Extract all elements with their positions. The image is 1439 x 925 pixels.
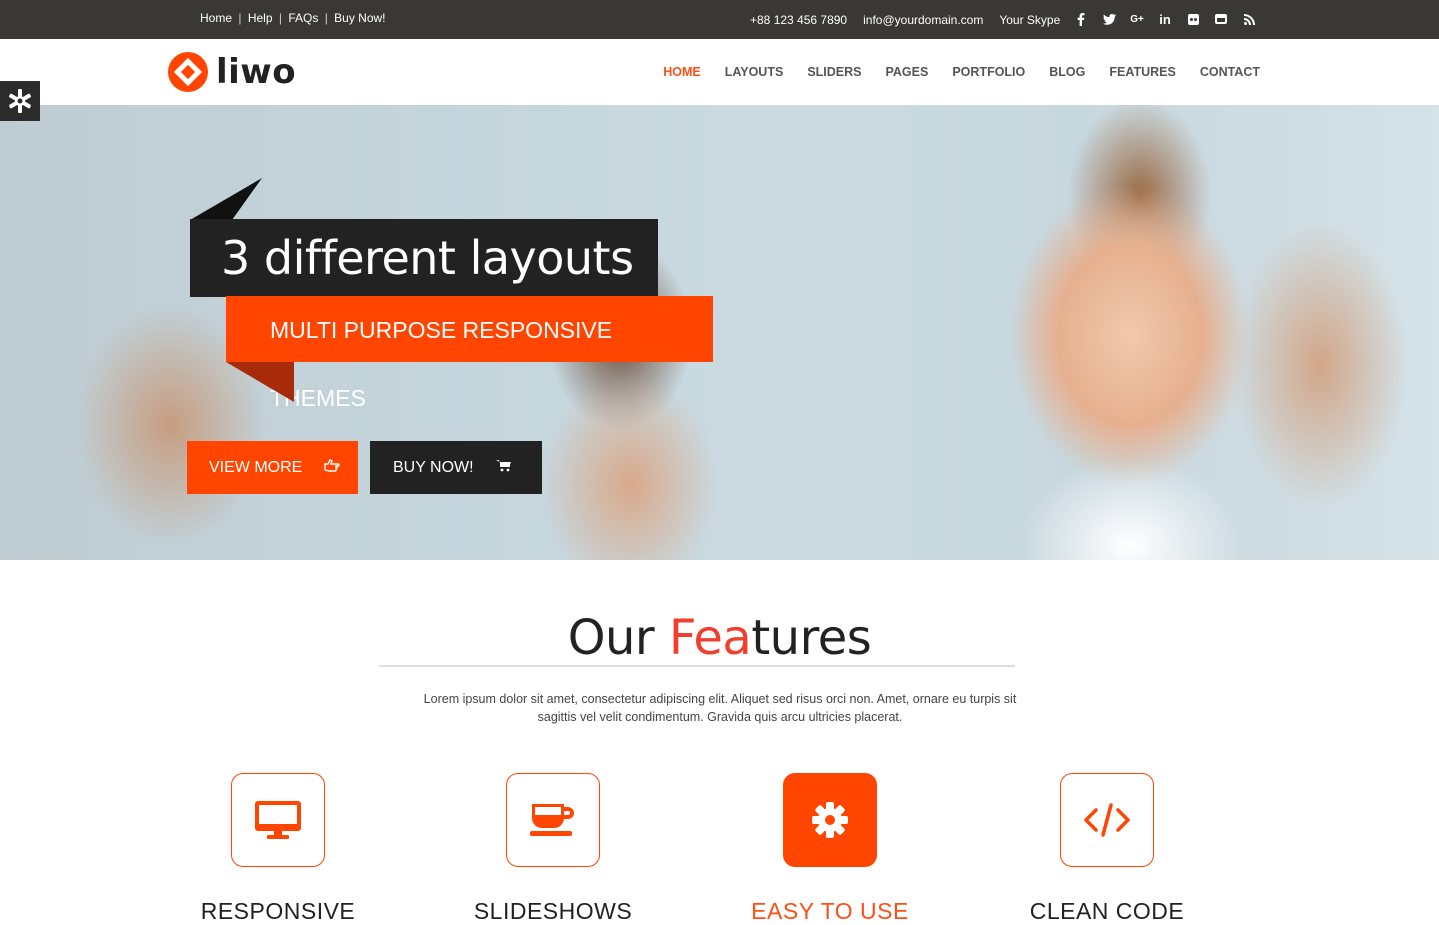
- features-heading-part: Our: [567, 610, 669, 666]
- google-plus-icon[interactable]: G+: [1126, 8, 1148, 30]
- top-link-faqs[interactable]: FAQs: [288, 11, 318, 25]
- hero-title: 3 different layouts: [190, 219, 658, 297]
- main-header: liwo HOME LAYOUTS SLIDERS PAGES PORTFOLI…: [0, 39, 1439, 105]
- separator: |: [324, 11, 328, 25]
- feature-slideshows[interactable]: SLIDESHOWS: [453, 773, 653, 925]
- social-icons: G+ in: [1070, 8, 1260, 30]
- pointing-hand-icon: [324, 459, 341, 476]
- feature-label: RESPONSIVE: [200, 898, 356, 924]
- settings-gear-icon[interactable]: [0, 81, 40, 121]
- cart-icon: [495, 459, 511, 476]
- gear-icon: [783, 773, 877, 867]
- nav-sliders[interactable]: SLIDERS: [807, 65, 861, 79]
- buy-now-button[interactable]: BUY NOW!: [370, 441, 542, 494]
- top-bar: Home | Help | FAQs | Buy Now! +88 123 45…: [0, 0, 1439, 39]
- flickr-icon[interactable]: [1182, 8, 1204, 30]
- view-more-label: VIEW MORE: [209, 458, 303, 476]
- features-heading-part: tures: [751, 610, 872, 666]
- ribbon-top-fold: [190, 178, 262, 220]
- view-more-button[interactable]: VIEW MORE: [187, 441, 358, 494]
- top-links: Home | Help | FAQs | Buy Now!: [200, 11, 386, 25]
- phone-number: +88 123 456 7890: [750, 13, 848, 27]
- top-link-buy-now[interactable]: Buy Now!: [334, 11, 385, 25]
- feature-clean-code[interactable]: CLEAN CODE: [1007, 773, 1207, 925]
- main-nav: HOME LAYOUTS SLIDERS PAGES PORTFOLIO BLO…: [663, 65, 1260, 79]
- nav-home[interactable]: HOME: [663, 65, 701, 79]
- divider: [379, 665, 1015, 667]
- features-description-line: sagittis vel velit condimentum. Gravida …: [537, 710, 903, 724]
- rss-icon[interactable]: [1238, 8, 1260, 30]
- logo-mark-icon: [168, 52, 208, 92]
- monitor-icon: [231, 773, 325, 867]
- twitter-icon[interactable]: [1098, 8, 1120, 30]
- feature-label: SLIDESHOWS: [473, 898, 633, 924]
- nav-portfolio[interactable]: PORTFOLIO: [952, 65, 1025, 79]
- features-heading-highlight: Fea: [668, 610, 752, 666]
- logo-text: liwo: [216, 52, 297, 92]
- buy-now-label: BUY NOW!: [393, 458, 474, 476]
- nav-features[interactable]: FEATURES: [1109, 65, 1175, 79]
- features-description: Lorem ipsum dolor sit amet, consectetur …: [400, 690, 1040, 726]
- skype-id[interactable]: Your Skype: [999, 13, 1060, 27]
- code-icon: [1060, 773, 1154, 867]
- nav-pages[interactable]: PAGES: [886, 65, 929, 79]
- nav-layouts[interactable]: LAYOUTS: [725, 65, 784, 79]
- ribbon-bottom-fold: [226, 362, 294, 402]
- feature-label: CLEAN CODE: [1029, 898, 1185, 924]
- top-link-help[interactable]: Help: [248, 11, 273, 25]
- separator: |: [278, 11, 282, 25]
- nav-contact[interactable]: CONTACT: [1200, 65, 1260, 79]
- feature-label: EASY TO USE: [751, 898, 909, 924]
- youtube-icon[interactable]: [1210, 8, 1232, 30]
- hero-slider: 3 different layouts MULTI PURPOSE RESPON…: [0, 105, 1439, 560]
- nav-blog[interactable]: BLOG: [1049, 65, 1085, 79]
- top-link-home[interactable]: Home: [200, 11, 232, 25]
- features-description-line: Lorem ipsum dolor sit amet, consectetur …: [423, 692, 1017, 706]
- features-heading: Our Features: [0, 610, 1439, 666]
- separator: |: [238, 11, 242, 25]
- feature-easy-to-use[interactable]: EASY TO USE: [730, 773, 930, 925]
- hero-subtitle: MULTI PURPOSE RESPONSIVE THEMES: [226, 296, 713, 411]
- coffee-cup-icon: [506, 773, 600, 867]
- facebook-icon[interactable]: [1070, 8, 1092, 30]
- contact-info: +88 123 456 7890 info@yourdomain.com You…: [750, 13, 1076, 27]
- email-address[interactable]: info@yourdomain.com: [863, 13, 983, 27]
- linkedin-icon[interactable]: in: [1154, 8, 1176, 30]
- feature-responsive[interactable]: RESPONSIVE: [178, 773, 378, 925]
- logo[interactable]: liwo: [168, 52, 296, 92]
